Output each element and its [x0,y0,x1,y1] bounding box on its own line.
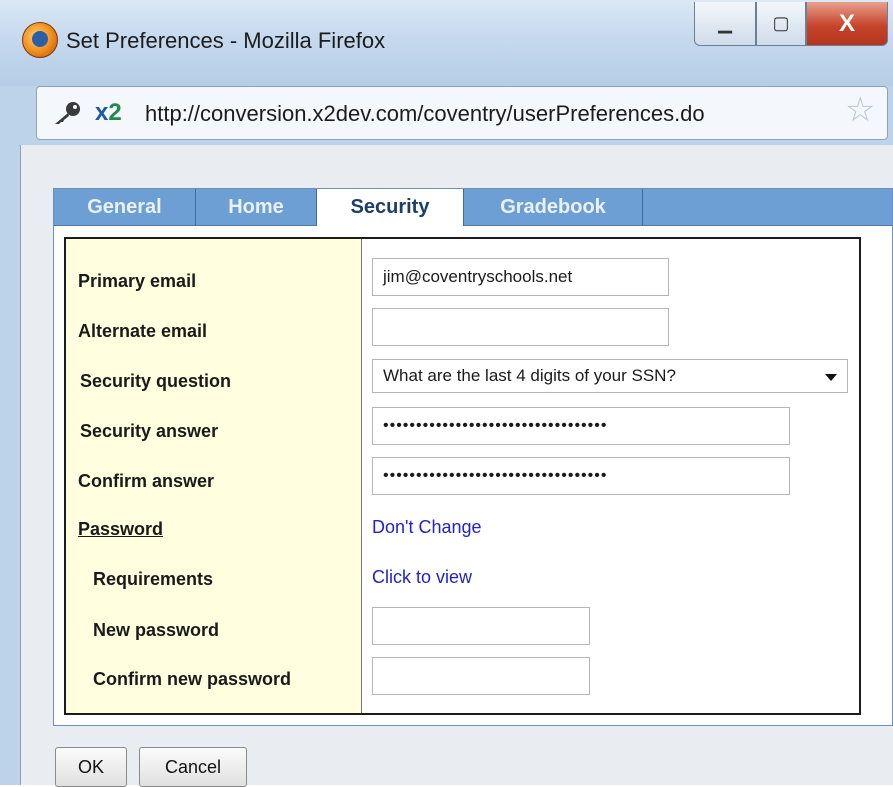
confirm-answer-field[interactable]: •••••••••••••••••••••••••••••••••• [372,457,790,495]
alternate-email-label: Alternate email [78,321,208,341]
tab-gradebook[interactable]: Gradebook [464,189,643,225]
security-question-value: What are the last 4 digits of your SSN? [383,366,676,385]
window-title: Set Preferences - Mozilla Firefox [66,28,386,53]
confirm-answer-label: Confirm answer [78,471,215,491]
click-to-view-link[interactable]: Click to view [372,567,472,588]
password-label[interactable]: Password [78,519,163,540]
close-button[interactable]: X [806,2,888,46]
ok-button[interactable]: OK [55,747,127,787]
site-badge: x2 [95,99,122,127]
alternate-email-field[interactable] [372,308,669,346]
security-question-select[interactable]: What are the last 4 digits of your SSN? [372,359,848,393]
security-form: Primary email jim@coventryschools.net Al… [64,237,861,715]
tab-general[interactable]: General [54,189,196,225]
confirm-new-password-label: Confirm new password [93,669,292,689]
chevron-down-icon[interactable] [825,374,837,381]
window-controls: ▁ ▢ X [694,2,888,56]
firefox-logo-icon [22,22,58,58]
tab-home[interactable]: Home [196,189,317,225]
maximize-button[interactable]: ▢ [756,2,806,46]
confirm-new-password-field[interactable] [372,657,590,695]
key-icon[interactable] [51,100,83,126]
primary-email-label: Primary email [78,271,197,291]
tab-bar: General Home Security Gradebook [54,189,892,226]
dont-change-link[interactable]: Don't Change [372,517,482,538]
bookmark-star-icon[interactable]: ☆ [845,93,875,127]
primary-email-field[interactable]: jim@coventryschools.net [372,258,669,296]
tab-security[interactable]: Security [317,189,464,226]
page-content: General Home Security Gradebook Primary … [20,145,893,787]
address-bar[interactable]: x2 http://conversion.x2dev.com/coventry/… [36,86,888,140]
security-question-label: Security question [80,371,232,391]
new-password-field[interactable] [372,607,590,645]
badge-prefix: x [95,99,109,126]
minimize-button[interactable]: ▁ [694,2,756,46]
security-answer-label: Security answer [80,421,219,441]
badge-suffix: 2 [108,99,122,126]
requirements-label: Requirements [93,569,214,589]
browser-window: Set Preferences - Mozilla Firefox ▁ ▢ X … [0,0,893,787]
security-answer-field[interactable]: •••••••••••••••••••••••••••••••••• [372,407,790,445]
new-password-label: New password [93,620,220,640]
url-text[interactable]: http://conversion.x2dev.com/coventry/use… [145,101,705,127]
title-bar[interactable]: Set Preferences - Mozilla Firefox ▁ ▢ X [0,0,893,86]
cancel-button[interactable]: Cancel [139,747,247,787]
preferences-panel: General Home Security Gradebook Primary … [53,188,893,726]
